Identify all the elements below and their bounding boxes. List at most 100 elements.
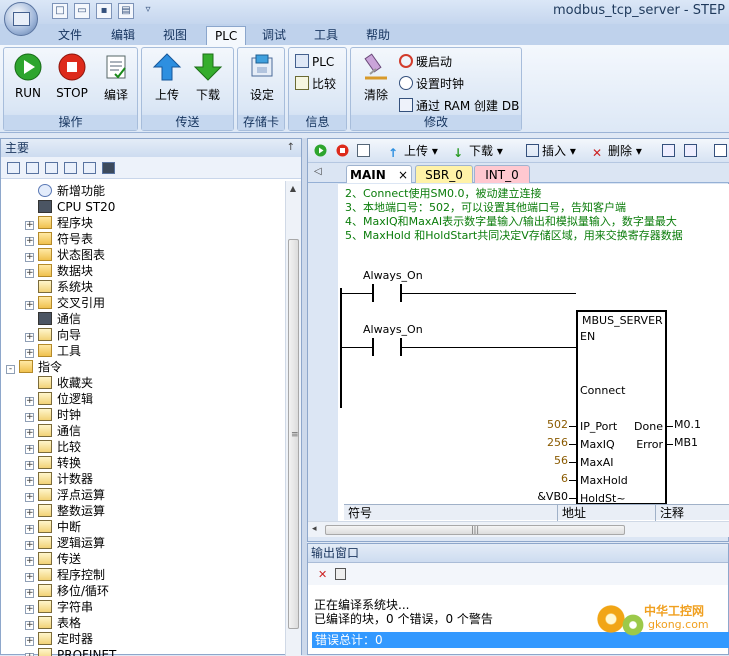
new-icon[interactable]: □ <box>52 3 68 19</box>
run-button[interactable]: RUN <box>8 52 48 100</box>
contact1[interactable] <box>372 284 402 302</box>
tree-item[interactable]: 通信 <box>25 311 81 327</box>
expand-toggle-icon[interactable]: + <box>25 445 34 454</box>
expand-toggle-icon[interactable]: + <box>25 493 34 502</box>
expand-toggle-icon[interactable]: + <box>25 429 34 438</box>
tree-item[interactable]: + 传送 <box>25 551 81 567</box>
run-small-button[interactable] <box>314 143 330 159</box>
view-icon-1[interactable] <box>7 161 20 174</box>
tab-int0[interactable]: INT_0 <box>474 165 530 183</box>
compile-small-button[interactable] <box>357 143 373 159</box>
tree-item[interactable]: + 向导 <box>25 327 81 343</box>
tree-item[interactable]: + 整数运算 <box>25 503 105 519</box>
tab-help[interactable]: 帮助 <box>358 26 398 45</box>
compile-button[interactable]: 编译 <box>96 52 136 103</box>
customize-arrow-icon[interactable]: ▿ <box>140 3 156 19</box>
expand-toggle-icon[interactable]: + <box>25 397 34 406</box>
expand-toggle-icon[interactable]: + <box>25 525 34 534</box>
delete-button[interactable]: ✕ 删除 ▾ <box>592 143 642 160</box>
tab-sbr0[interactable]: SBR_0 <box>415 165 473 183</box>
clear-button[interactable]: 清除 <box>356 52 396 103</box>
expand-toggle-icon[interactable]: + <box>25 413 34 422</box>
copy-output-icon[interactable] <box>335 568 347 580</box>
tree-item[interactable]: + 移位/循环 <box>25 583 109 599</box>
tree-item[interactable]: - 指令 <box>6 359 62 375</box>
compare-button[interactable]: 比较 <box>295 75 336 93</box>
tab-view[interactable]: 视图 <box>155 26 195 45</box>
tree-item[interactable]: + 表格 <box>25 615 81 631</box>
tree-item[interactable]: + 转换 <box>25 455 81 471</box>
download-small-button[interactable]: ↓ 下载 ▾ <box>453 143 503 160</box>
view-icon-5[interactable] <box>83 161 96 174</box>
expand-toggle-icon[interactable]: + <box>25 541 34 550</box>
plc-info-button[interactable]: PLC <box>295 53 334 71</box>
tree-item[interactable]: + 符号表 <box>25 231 93 247</box>
stop-small-button[interactable] <box>336 143 352 159</box>
expand-toggle-icon[interactable]: + <box>25 349 34 358</box>
tree-item[interactable]: + 状态图表 <box>25 247 105 263</box>
set-clock-button[interactable]: 设置时钟 <box>399 75 464 93</box>
tree-item[interactable]: + 工具 <box>25 343 81 359</box>
view-icon-3[interactable] <box>45 161 58 174</box>
application-menu-button[interactable] <box>4 2 38 36</box>
tree-item[interactable]: + 程序块 <box>25 215 93 231</box>
tree-item[interactable]: + 字符串 <box>25 599 93 615</box>
clear-output-icon[interactable]: ✕ <box>318 568 327 581</box>
expand-toggle-icon[interactable]: + <box>25 221 34 230</box>
tree-item[interactable]: + 计数器 <box>25 471 93 487</box>
monitor-icon[interactable] <box>102 161 115 174</box>
warm-start-button[interactable]: 暖启动 <box>399 53 452 71</box>
mbus-server-block[interactable]: MBUS_SERVER EN Connect IP_Port MaxIQ Max… <box>576 310 667 505</box>
column-address[interactable]: 地址 <box>558 505 656 521</box>
print-icon[interactable]: ▤ <box>118 3 134 19</box>
expand-toggle-icon[interactable]: + <box>25 477 34 486</box>
column-symbol[interactable]: 符号 <box>344 505 558 521</box>
tab-plc[interactable]: PLC <box>206 26 247 45</box>
tree-item[interactable]: + 程序控制 <box>25 567 105 583</box>
tree-item[interactable]: + 逻辑运算 <box>25 535 105 551</box>
network-delete-button[interactable] <box>684 143 700 159</box>
upload-small-button[interactable]: ↑ 上传 ▾ <box>388 143 438 160</box>
tree-item[interactable]: CPU ST20 <box>25 199 115 215</box>
tab-debug[interactable]: 调试 <box>254 26 294 45</box>
stop-button[interactable]: STOP <box>52 52 92 100</box>
vertical-scrollbar[interactable]: ▲ ≡ <box>285 181 301 656</box>
insert-button[interactable]: 插入 ▾ <box>526 143 576 159</box>
tree-item[interactable]: + 时钟 <box>25 407 81 423</box>
open-icon[interactable]: ▭ <box>74 3 90 19</box>
expand-toggle-icon[interactable]: + <box>25 509 34 518</box>
expand-toggle-icon[interactable]: + <box>25 573 34 582</box>
expand-toggle-icon[interactable]: + <box>25 237 34 246</box>
tab-main[interactable]: MAIN × <box>346 165 412 183</box>
tree-item[interactable]: + 交叉引用 <box>25 295 105 311</box>
expand-toggle-icon[interactable]: + <box>25 301 34 310</box>
download-button[interactable]: 下载 <box>188 52 228 103</box>
scrollbar-thumb[interactable]: ≡ <box>288 239 299 629</box>
save-icon[interactable]: ▪ <box>96 3 112 19</box>
upload-button[interactable]: 上传 <box>147 52 187 103</box>
tree-item[interactable]: + 通信 <box>25 423 81 439</box>
memcard-setup-button[interactable]: 设定 <box>242 52 282 103</box>
expand-toggle-icon[interactable]: + <box>25 333 34 342</box>
tree-item[interactable]: + 浮点运算 <box>25 487 105 503</box>
scroll-up-icon[interactable]: ▲ <box>288 184 298 194</box>
expand-toggle-icon[interactable]: + <box>25 269 34 278</box>
view-icon-4[interactable] <box>64 161 77 174</box>
expand-toggle-icon[interactable]: + <box>25 589 34 598</box>
tree-item[interactable]: + 中断 <box>25 519 81 535</box>
expand-toggle-icon[interactable]: + <box>25 253 34 262</box>
network-insert-button[interactable] <box>662 143 678 159</box>
horizontal-scrollbar[interactable]: ◂ ||| <box>308 521 729 537</box>
ladder-editor[interactable]: 2、Connect使用SM0.0，被动建立连接 3、本地端口号：502，可以设置… <box>338 184 729 531</box>
view-icon-2[interactable] <box>26 161 39 174</box>
contact2[interactable] <box>372 338 402 356</box>
column-comment[interactable]: 注释 <box>656 505 729 521</box>
expand-toggle-icon[interactable]: + <box>25 621 34 630</box>
expand-toggle-icon[interactable]: + <box>25 605 34 614</box>
more-tools-icon[interactable] <box>714 143 729 159</box>
tree-item[interactable]: 收藏夹 <box>25 375 93 391</box>
tree-item[interactable]: + 比较 <box>25 439 81 455</box>
expand-toggle-icon[interactable]: + <box>25 461 34 470</box>
tab-scroll-left-icon[interactable]: ◁ <box>314 166 322 177</box>
tab-file[interactable]: 文件 <box>50 26 90 45</box>
